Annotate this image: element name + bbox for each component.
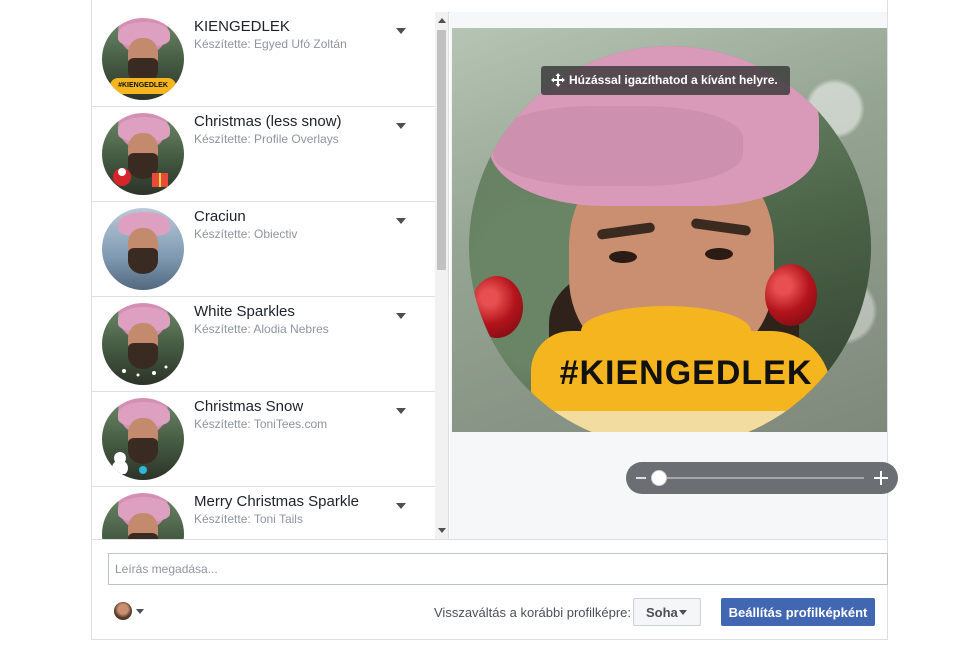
dialog-footer: Visszaváltás a korábbi profilképre: Soha… xyxy=(92,588,887,638)
preview-area: #KIENGEDLEK Húzással igazíthatod a kíván… xyxy=(450,12,898,539)
frame-title: Merry Christmas Sparkle xyxy=(194,493,360,510)
drag-tooltip: Húzással igazíthatod a kívánt helyre. xyxy=(541,66,790,95)
frame-item[interactable]: Christmas Snow Készítette: ToniTees.com xyxy=(92,392,435,487)
drag-tooltip-text: Húzással igazíthatod a kívánt helyre. xyxy=(569,73,778,87)
frame-author: Készítette: Profile Overlays xyxy=(194,132,339,146)
frame-list-scrollbar[interactable] xyxy=(435,12,449,539)
description-input[interactable] xyxy=(108,553,888,585)
frame-thumbnail xyxy=(102,398,184,480)
ornament-icon xyxy=(765,264,817,326)
frame-title: KIENGEDLEK xyxy=(194,18,290,35)
frame-list[interactable]: #KIENGEDLEK KIENGEDLEK Készítette: Egyed… xyxy=(92,12,436,539)
frame-author: Készítette: ToniTees.com xyxy=(194,417,328,431)
frame-author: Készítette: Obiectiv xyxy=(194,227,298,241)
frame-item[interactable]: #KIENGEDLEK KIENGEDLEK Készítette: Egyed… xyxy=(92,12,435,107)
revert-dropdown-value: Soha xyxy=(646,604,678,620)
move-icon xyxy=(551,73,565,87)
frame-thumbnail xyxy=(102,113,184,195)
zoom-track[interactable] xyxy=(656,477,864,479)
revert-label: Visszaváltás a korábbi profilképre: xyxy=(434,605,632,620)
profile-frame-dialog: #KIENGEDLEK KIENGEDLEK Készítette: Egyed… xyxy=(91,0,898,640)
sparkles-icon xyxy=(122,365,168,377)
zoom-handle[interactable] xyxy=(652,471,666,485)
frame-thumbnail: #KIENGEDLEK xyxy=(102,18,184,100)
chevron-down-icon[interactable] xyxy=(396,503,406,509)
description-section xyxy=(92,539,888,588)
frame-thumbnail xyxy=(102,208,184,290)
scroll-up-arrow-icon[interactable] xyxy=(438,18,446,23)
chevron-down-icon[interactable] xyxy=(136,609,144,614)
frame-author: Készítette: Toni Tails xyxy=(194,512,303,526)
chevron-down-icon[interactable] xyxy=(396,28,406,34)
snowman-icon xyxy=(112,452,147,474)
chevron-down-icon[interactable] xyxy=(396,123,406,129)
chevron-down-icon[interactable] xyxy=(396,313,406,319)
chevron-down-icon xyxy=(679,610,687,615)
santa-decoration-icon xyxy=(113,168,168,187)
zoom-slider[interactable] xyxy=(626,462,898,494)
frame-badge: #KIENGEDLEK xyxy=(110,78,176,94)
overlay-text: #KIENGEDLEK xyxy=(559,354,813,392)
chevron-down-icon[interactable] xyxy=(396,218,406,224)
ornament-icon xyxy=(471,276,523,338)
frame-item[interactable]: Christmas (less snow) Készítette: Profil… xyxy=(92,107,435,202)
set-profile-picture-button[interactable]: Beállítás profilképként xyxy=(721,598,875,626)
frame-title: Craciun xyxy=(194,208,246,225)
revert-dropdown-button[interactable]: Soha xyxy=(633,598,701,626)
frame-title: Christmas Snow xyxy=(194,398,304,415)
frame-author: Készítette: Egyed Ufó Zoltán xyxy=(194,37,347,51)
avatar[interactable] xyxy=(114,602,132,620)
frame-item[interactable]: Merry Christmas Sparkle Készítette: Toni… xyxy=(92,487,435,539)
zoom-in-icon[interactable] xyxy=(874,471,888,485)
scroll-down-arrow-icon[interactable] xyxy=(438,528,446,533)
profile-crop-circle[interactable]: #KIENGEDLEK xyxy=(469,46,871,432)
chevron-down-icon[interactable] xyxy=(396,408,406,414)
frame-title: Christmas (less snow) xyxy=(194,113,342,130)
frame-thumbnail xyxy=(102,493,184,539)
frame-thumbnail xyxy=(102,303,184,385)
frame-author: Készítette: Alodia Nebres xyxy=(194,322,329,336)
frame-item[interactable]: Craciun Készítette: Obiectiv xyxy=(92,202,435,297)
frame-title: White Sparkles xyxy=(194,303,295,320)
scroll-thumb[interactable] xyxy=(437,30,446,270)
frame-item[interactable]: White Sparkles Készítette: Alodia Nebres xyxy=(92,297,435,392)
zoom-out-icon[interactable] xyxy=(636,477,646,479)
profile-photo-preview[interactable]: #KIENGEDLEK Húzással igazíthatod a kíván… xyxy=(452,28,887,432)
